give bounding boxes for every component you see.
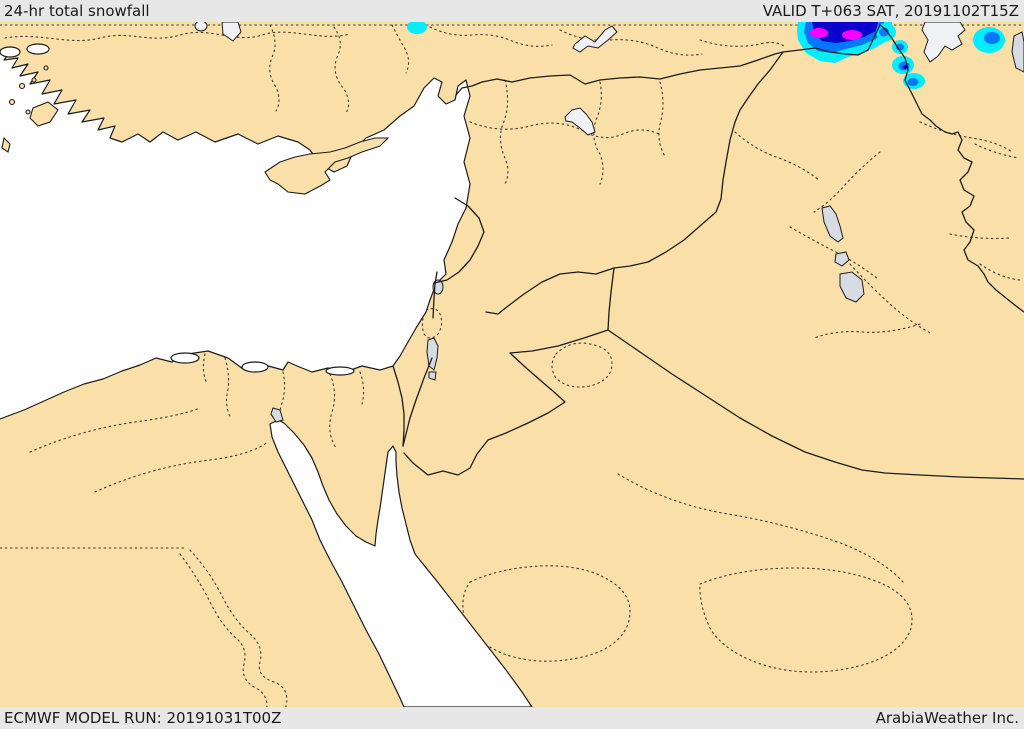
aegean-island xyxy=(25,109,31,115)
marmara-sea xyxy=(26,43,50,55)
valid-time-label: VALID T+063 SAT, 20191102T15Z xyxy=(762,2,1019,20)
aegean-island xyxy=(31,77,37,83)
model-run-label: ECMWF MODEL RUN: 20191031T00Z xyxy=(4,709,282,727)
aegean-island xyxy=(8,98,16,106)
page-title: 24-hr total snowfall xyxy=(4,2,150,20)
snowfall-map-screen: 24-hr total snowfall VALID T+063 SAT, 20… xyxy=(0,0,1024,729)
map-canvas xyxy=(0,22,1024,707)
provider-credit: ArabiaWeather Inc. xyxy=(875,709,1019,727)
delta-lagoon xyxy=(241,361,269,373)
snow-extreme-shade xyxy=(842,30,862,40)
land-base xyxy=(0,22,1024,707)
dead-sea-south xyxy=(428,371,437,381)
aegean-island xyxy=(18,82,26,90)
aegean-island xyxy=(43,65,49,71)
title-bar: 24-hr total snowfall VALID T+063 SAT, 20… xyxy=(0,0,1024,22)
marmara-sea xyxy=(0,46,21,58)
weather-map xyxy=(0,22,1024,707)
turkey-lake xyxy=(194,22,208,32)
delta-lagoon xyxy=(170,352,200,364)
snow-cell-east xyxy=(973,27,1005,53)
snow-extreme-shade xyxy=(810,28,828,38)
snow-moderate-shade xyxy=(907,78,919,86)
credit-bar: ECMWF MODEL RUN: 20191031T00Z ArabiaWeat… xyxy=(0,707,1024,729)
snow-moderate-shade xyxy=(984,32,1000,44)
bardawil-lagoon xyxy=(325,366,355,376)
